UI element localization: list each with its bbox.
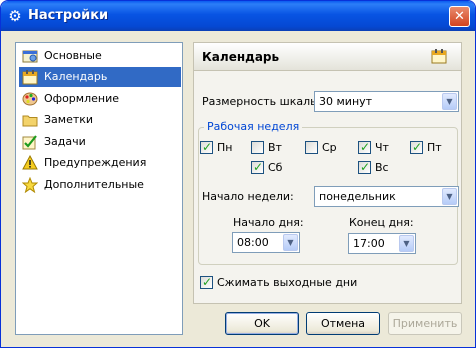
week-start-select[interactable]: понедельник ▼: [314, 186, 459, 207]
star-icon: [22, 177, 38, 193]
calendar-icon: [431, 49, 447, 64]
window-title: Настройки: [28, 8, 109, 23]
nav-item-label: Предупреждения: [44, 156, 147, 169]
checkbox-sun[interactable]: ✓: [358, 160, 371, 174]
nav-item-advanced[interactable]: Дополнительные: [19, 175, 181, 195]
day-label-sun: Вс: [375, 161, 389, 174]
checkbox-tue[interactable]: [251, 141, 264, 154]
close-icon: ✕: [454, 9, 465, 24]
title-bar[interactable]: ⚙ Настройки ✕: [1, 1, 475, 31]
nav-item-notes[interactable]: Заметки: [19, 110, 181, 130]
apply-button[interactable]: Применить: [388, 312, 462, 335]
compress-weekends-label: Сжимать выходные дни: [217, 276, 358, 289]
nav-item-general[interactable]: Основные: [19, 46, 181, 66]
gear-icon: ⚙: [8, 7, 22, 25]
nav-item-label: Заметки: [44, 113, 94, 126]
nav-item-label: Задачи: [44, 135, 86, 148]
warning-icon: [22, 155, 38, 170]
day-end-select-value: 17:00: [353, 237, 385, 250]
settings-window: ⚙ Настройки ✕ Основные Календарь Оформле…: [0, 0, 476, 348]
day-start-label: Начало дня:: [233, 216, 304, 229]
checkmark-icon: ✓: [253, 160, 264, 174]
scale-select[interactable]: 30 минут ▼: [314, 91, 459, 112]
nav-item-tasks[interactable]: Задачи: [19, 132, 181, 152]
scale-select-value: 30 минут: [319, 95, 373, 108]
checkmark-icon: ✓: [202, 140, 213, 154]
settings-nav-list: Основные Календарь Оформление Заметки За…: [15, 42, 183, 335]
checkmark-icon: ✓: [202, 275, 213, 289]
chevron-down-icon: ▼: [442, 188, 457, 205]
checkbox-sat[interactable]: ✓: [251, 160, 264, 174]
checkbox-mon[interactable]: ✓: [200, 140, 213, 154]
chevron-down-icon: ▼: [283, 234, 298, 251]
nav-item-label: Основные: [44, 49, 102, 62]
panel-title: Календарь: [202, 50, 280, 64]
checkmark-icon: ✓: [360, 140, 371, 154]
day-label-sat: Сб: [268, 161, 283, 174]
panel-header: Календарь: [194, 43, 461, 71]
day-label-mon: Пн: [217, 141, 233, 154]
cancel-button[interactable]: Отмена: [306, 312, 380, 335]
close-button[interactable]: ✕: [449, 6, 470, 27]
day-label-wed: Ср: [322, 141, 337, 154]
palette-icon: [22, 92, 38, 106]
checkmark-icon: ✓: [412, 140, 423, 154]
scale-label: Размерность шкалы:: [202, 95, 323, 108]
settings-page-icon: [22, 50, 38, 63]
week-start-select-value: понедельник: [319, 190, 396, 203]
day-end-select[interactable]: 17:00 ▼: [348, 233, 416, 254]
nav-item-appearance[interactable]: Оформление: [19, 89, 181, 109]
folder-icon: [22, 115, 38, 127]
day-label-thu: Чт: [375, 141, 389, 154]
checkbox-wed[interactable]: [305, 141, 318, 154]
day-end-label: Конец дня:: [349, 216, 414, 229]
checkbox-thu[interactable]: ✓: [358, 140, 371, 154]
day-start-select-value: 08:00: [237, 236, 269, 249]
workweek-group-title: Рабочая неделя: [204, 120, 303, 133]
nav-item-label: Оформление: [44, 92, 119, 105]
chevron-down-icon: ▼: [442, 93, 457, 110]
checkbox-fri[interactable]: ✓: [410, 140, 423, 154]
nav-item-warnings[interactable]: Предупреждения: [19, 153, 181, 173]
calendar-icon: [22, 70, 38, 85]
compress-weekends-checkbox[interactable]: ✓: [200, 275, 213, 289]
nav-item-label: Календарь: [44, 70, 108, 83]
day-start-select[interactable]: 08:00 ▼: [232, 232, 300, 253]
day-label-fri: Пт: [427, 141, 442, 154]
week-start-label: Начало недели:: [202, 190, 294, 203]
ok-button[interactable]: OK: [225, 312, 299, 335]
checkmark-icon: ✓: [360, 160, 371, 174]
nav-item-label: Дополнительные: [44, 178, 144, 191]
day-label-tue: Вт: [268, 141, 282, 154]
nav-item-calendar[interactable]: Календарь: [19, 67, 181, 87]
task-checkbox-icon: [22, 135, 37, 150]
chevron-down-icon: ▼: [399, 235, 414, 252]
